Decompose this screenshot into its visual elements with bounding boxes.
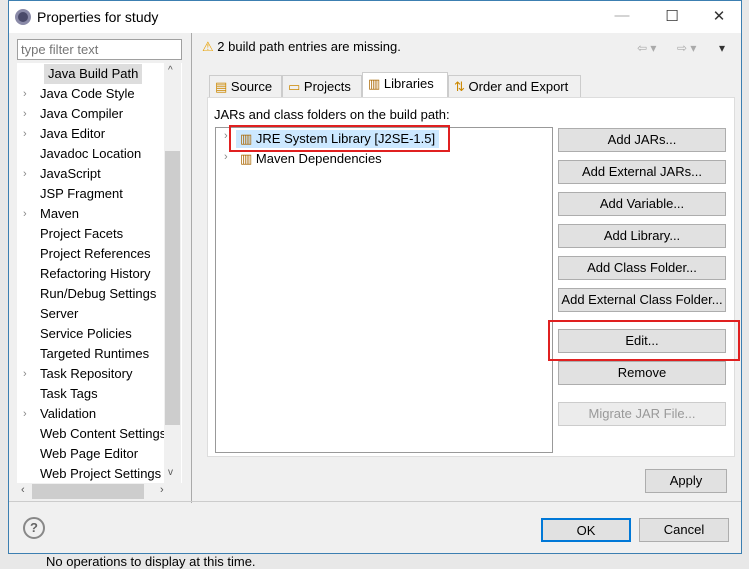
scroll-right-icon[interactable]: ›	[160, 484, 164, 496]
tree-item[interactable]: Java Code Style	[40, 84, 135, 104]
tree-item[interactable]: JavaScript	[40, 164, 101, 184]
highlight-box-edit	[548, 320, 740, 361]
expand-icon[interactable]: ›	[23, 104, 27, 124]
tree-item[interactable]: Run/Debug Settings	[40, 284, 156, 304]
warning-message: ⚠ 2 build path entries are missing.	[202, 39, 401, 55]
tree-item[interactable]: Maven	[40, 204, 79, 224]
scroll-thumb[interactable]	[165, 151, 180, 425]
scroll-down-icon[interactable]: v	[168, 467, 173, 478]
tree-item[interactable]: Service Policies	[40, 324, 132, 344]
tab-order-and-export[interactable]: ⇅ Order and Export	[448, 75, 581, 97]
library-action-button[interactable]: Add JARs...	[558, 128, 726, 152]
library-action-button[interactable]: Add External Class Folder...	[558, 288, 726, 312]
tree-item[interactable]: Java Build Path	[44, 64, 143, 84]
tab-libraries[interactable]: ▥ Libraries	[362, 72, 448, 98]
footer-separator	[9, 501, 741, 502]
remove-button[interactable]: Remove	[558, 361, 726, 385]
properties-dialog: Properties for study — ☐ ✕ Java Build Pa…	[8, 0, 742, 554]
library-icon: ▥	[240, 151, 253, 166]
tree-item[interactable]: Web Content Settings	[40, 424, 166, 444]
entry-label: Maven Dependencies	[255, 151, 382, 166]
tree-item[interactable]: Javadoc Location	[40, 144, 141, 164]
tree-item[interactable]: Task Repository	[40, 364, 132, 384]
expand-icon[interactable]: ›	[23, 84, 27, 104]
library-icon: ▥	[368, 76, 381, 91]
cancel-button[interactable]: Cancel	[639, 518, 729, 542]
tree-item[interactable]: Validation	[40, 404, 96, 424]
source-icon: ▤	[215, 79, 228, 94]
expand-icon[interactable]: ›	[224, 151, 228, 163]
expand-icon[interactable]: ›	[23, 164, 27, 184]
ok-button[interactable]: OK	[541, 518, 631, 542]
tree-item[interactable]: Task Tags	[40, 384, 98, 404]
tab-label: Libraries	[383, 76, 434, 91]
migrate-jar-button[interactable]: Migrate JAR File...	[558, 402, 726, 426]
title-bar: Properties for study — ☐ ✕	[9, 1, 741, 33]
tree-item[interactable]: Web Project Settings	[40, 464, 161, 483]
tree-item[interactable]: Project References	[40, 244, 151, 264]
tree-horizontal-scrollbar[interactable]: ‹ ›	[17, 483, 182, 500]
tree-item[interactable]: Java Compiler	[40, 104, 123, 124]
help-icon[interactable]: ?	[23, 517, 45, 539]
tab-source[interactable]: ▤ Source	[209, 75, 282, 97]
tree-item[interactable]: Targeted Runtimes	[40, 344, 149, 364]
tree-item[interactable]: Refactoring History	[40, 264, 151, 284]
library-action-button[interactable]: Add Library...	[558, 224, 726, 248]
nav-forward-button[interactable]: ⇨ ▾	[677, 41, 696, 55]
tree-item[interactable]: Web Page Editor	[40, 444, 138, 464]
view-menu-button[interactable]: ▾	[719, 41, 725, 55]
filter-input[interactable]	[17, 39, 182, 60]
maximize-button[interactable]: ☐	[657, 7, 687, 25]
window-title: Properties for study	[37, 9, 159, 25]
background-status-text: No operations to display at this time.	[46, 554, 256, 569]
warning-icon: ⚠	[202, 39, 214, 54]
apply-button[interactable]: Apply	[645, 469, 727, 493]
nav-back-button[interactable]: ⇦ ▾	[637, 41, 656, 55]
scroll-up-icon[interactable]: ^	[168, 65, 173, 76]
expand-icon[interactable]: ›	[224, 130, 228, 142]
list-item-maven[interactable]: ▥ Maven Dependencies	[236, 150, 386, 168]
expand-icon[interactable]: ›	[23, 124, 27, 144]
tree-item[interactable]: JSP Fragment	[40, 184, 123, 204]
library-action-button[interactable]: Add Class Folder...	[558, 256, 726, 280]
tab-label: Order and Export	[468, 79, 569, 94]
order-icon: ⇅	[454, 79, 465, 94]
minimize-button[interactable]: —	[607, 7, 637, 24]
hscroll-thumb[interactable]	[32, 484, 144, 499]
tree-item[interactable]: Java Editor	[40, 124, 105, 144]
tab-label: Source	[230, 79, 273, 94]
tab-label: Projects	[303, 79, 351, 94]
expand-icon[interactable]: ›	[23, 364, 27, 384]
close-button[interactable]: ✕	[704, 7, 734, 25]
scroll-left-icon[interactable]: ‹	[21, 484, 25, 496]
library-action-button[interactable]: Add Variable...	[558, 192, 726, 216]
build-path-list[interactable]: › ▥ JRE System Library [J2SE-1.5] › ▥ Ma…	[215, 127, 553, 453]
eclipse-icon	[15, 9, 31, 25]
tab-projects[interactable]: ▭ Projects	[282, 75, 362, 97]
list-label: JARs and class folders on the build path…	[214, 107, 450, 122]
tree-vertical-scrollbar[interactable]: ^ v	[164, 63, 181, 483]
tree-item[interactable]: Project Facets	[40, 224, 123, 244]
highlight-box-jre	[229, 125, 450, 152]
sash-divider[interactable]	[191, 33, 192, 503]
expand-icon[interactable]: ›	[23, 204, 27, 224]
library-action-button[interactable]: Add External JARs...	[558, 160, 726, 184]
warning-text: 2 build path entries are missing.	[217, 39, 401, 54]
tree-item[interactable]: Server	[40, 304, 78, 324]
property-tree: Java Build Path › Java Code Style › Java Com…	[17, 63, 182, 483]
folder-icon: ▭	[288, 79, 301, 94]
expand-icon[interactable]: ›	[23, 404, 27, 424]
